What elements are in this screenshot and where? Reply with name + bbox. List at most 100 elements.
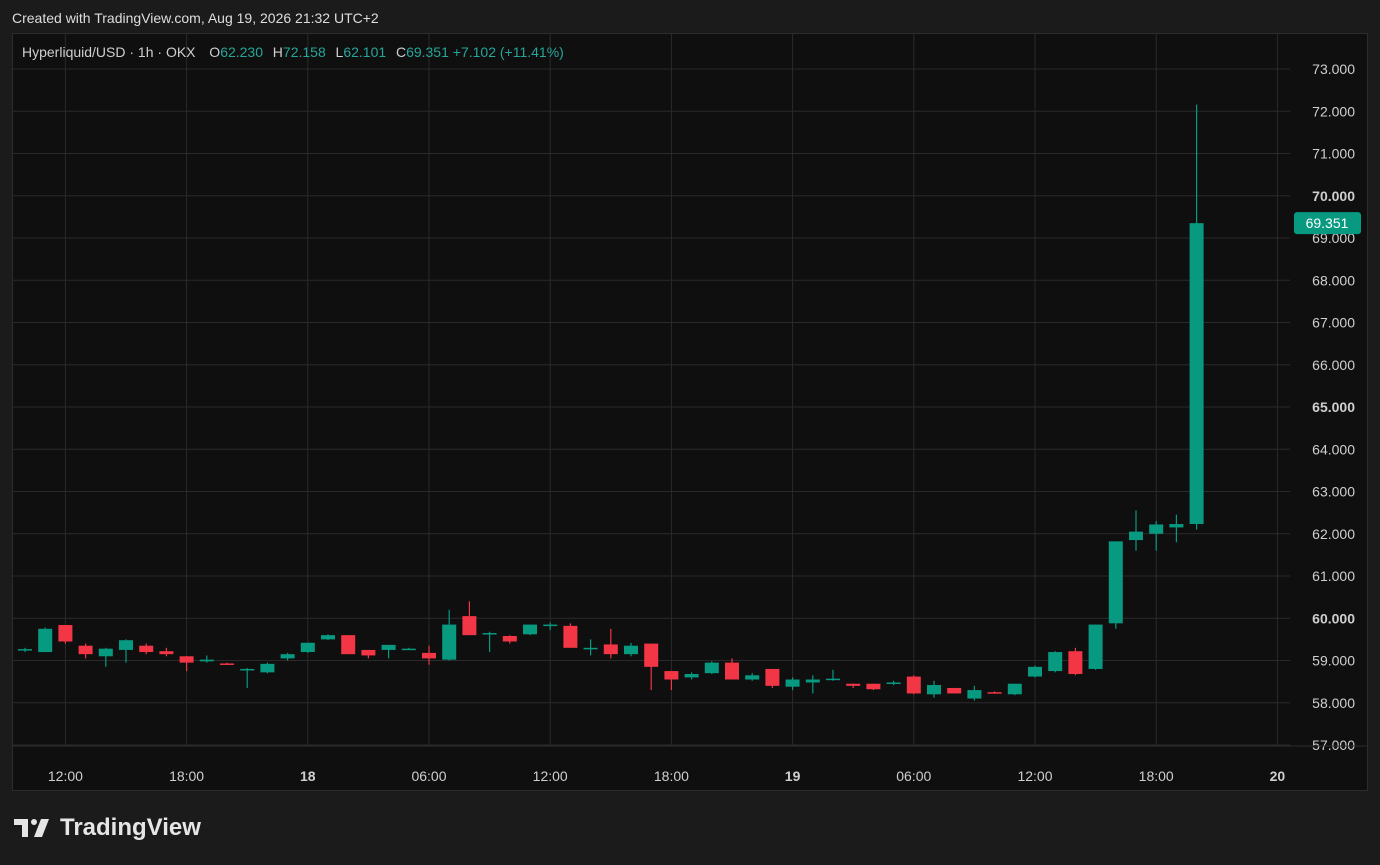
change-value: +7.102 (+11.41%) xyxy=(452,44,564,60)
candle-body xyxy=(927,685,941,695)
candle-body xyxy=(543,624,558,627)
candle-body xyxy=(987,692,1002,694)
candle-body xyxy=(240,668,255,671)
price-tick-label: 61.000 xyxy=(1312,568,1355,584)
time-tick-label: 18 xyxy=(300,768,316,784)
candle-body xyxy=(805,679,820,683)
price-tick-label: 62.000 xyxy=(1312,526,1355,542)
candle-body xyxy=(361,649,376,656)
time-tick-label: 12:00 xyxy=(1017,768,1052,784)
time-tick-label: 18:00 xyxy=(654,768,689,784)
candle-body xyxy=(1007,683,1022,695)
price-tick-label: 72.000 xyxy=(1312,103,1355,119)
close-label: C xyxy=(395,44,407,60)
open-value: 62.230 xyxy=(220,44,264,60)
candle-body xyxy=(1028,666,1042,677)
candle-body xyxy=(220,663,234,665)
time-tick-label: 18:00 xyxy=(169,768,204,784)
candle-body xyxy=(18,649,32,651)
candle-body xyxy=(58,625,73,642)
candle-body xyxy=(725,662,739,680)
tradingview-logo-icon xyxy=(14,819,49,837)
time-tick-label: 06:00 xyxy=(896,768,931,784)
candle-body xyxy=(563,625,578,648)
candle-body xyxy=(644,643,659,667)
time-tick-label: 12:00 xyxy=(48,768,83,784)
candle-body xyxy=(1129,531,1143,541)
candle-body xyxy=(159,651,174,655)
candle-body xyxy=(502,635,517,642)
high-value: 72.158 xyxy=(282,44,326,60)
last-price-label: 69.351 xyxy=(1306,215,1349,231)
candle-body xyxy=(422,652,436,659)
candle-body xyxy=(523,624,537,635)
candle-body xyxy=(846,683,861,686)
price-tick-label: 63.000 xyxy=(1312,484,1355,500)
candle-body xyxy=(1108,541,1123,624)
ohlc-legend: Hyperliquid/USD · 1h · OKX O62.230 H72.1… xyxy=(22,44,564,60)
price-tick-label: 67.000 xyxy=(1312,315,1355,331)
price-tick-label: 64.000 xyxy=(1312,441,1355,457)
candle-body xyxy=(947,687,962,694)
time-tick-label: 18:00 xyxy=(1139,768,1174,784)
candle-body xyxy=(401,648,416,651)
price-tick-label: 70.000 xyxy=(1312,188,1355,204)
candle-body xyxy=(38,628,53,653)
candle-body xyxy=(886,682,901,684)
last-price-marker: 69.351 xyxy=(1294,212,1361,235)
price-tick-label: 57.000 xyxy=(1312,737,1355,753)
candle-body xyxy=(603,644,618,655)
candle-body xyxy=(765,668,780,686)
tradingview-brand[interactable]: TradingView xyxy=(14,814,201,842)
candle-body xyxy=(1088,624,1103,669)
candle-body xyxy=(321,635,335,640)
candle-body xyxy=(684,674,699,678)
price-tick-label: 65.000 xyxy=(1312,399,1355,415)
high-label: H xyxy=(272,44,283,60)
time-tick-label: 12:00 xyxy=(533,768,568,784)
price-tick-label: 73.000 xyxy=(1312,61,1355,77)
candle-body xyxy=(866,683,881,690)
candle-body xyxy=(300,642,315,653)
price-axis: 57.000 58.000 59.000 60.000 61.000 62.000 63.0… xyxy=(1312,61,1355,753)
candle-body xyxy=(482,633,497,635)
candle-body xyxy=(341,635,356,655)
candle-body xyxy=(381,644,396,650)
candle-body xyxy=(967,690,982,699)
candle-body xyxy=(442,624,457,660)
candle-body xyxy=(583,647,598,650)
price-tick-label: 60.000 xyxy=(1312,610,1355,626)
candles xyxy=(18,104,1204,701)
candle-body xyxy=(280,654,295,659)
candle-body xyxy=(1048,652,1063,672)
price-tick-label: 59.000 xyxy=(1312,653,1355,669)
candle-body xyxy=(1149,524,1164,534)
candlestick-chart[interactable]: 57.000 58.000 59.000 60.000 61.000 62.000 63.0… xyxy=(0,0,1380,865)
candle-body xyxy=(624,645,638,655)
price-tick-label: 71.000 xyxy=(1312,146,1355,162)
candle-body xyxy=(1068,651,1083,675)
time-tick-label: 20 xyxy=(1270,768,1286,784)
candle-body xyxy=(1189,223,1204,525)
candle-body xyxy=(785,679,800,687)
candle-body xyxy=(260,663,275,673)
low-value: 62.101 xyxy=(343,44,387,60)
candle-body xyxy=(462,616,477,636)
candle-body xyxy=(704,662,719,674)
symbol-label[interactable]: Hyperliquid/USD · 1h · OKX xyxy=(22,44,196,60)
price-tick-label: 66.000 xyxy=(1312,357,1355,373)
candle-body xyxy=(98,648,113,657)
price-tick-label: 58.000 xyxy=(1312,695,1355,711)
brand-name: TradingView xyxy=(60,814,201,841)
price-tick-label: 68.000 xyxy=(1312,272,1355,288)
candle-body xyxy=(199,659,214,662)
candle-body xyxy=(826,678,840,681)
time-tick-label: 06:00 xyxy=(411,768,446,784)
candle-body xyxy=(179,656,194,663)
candle-body xyxy=(78,645,93,655)
candle-body xyxy=(1169,524,1184,528)
candle-body xyxy=(119,640,133,650)
time-axis: 12:00 18:00 18 06:00 12:00 18:00 19 06:00 12:00 1… xyxy=(13,745,1367,784)
candle-body xyxy=(139,645,154,653)
candle-body xyxy=(906,676,921,694)
